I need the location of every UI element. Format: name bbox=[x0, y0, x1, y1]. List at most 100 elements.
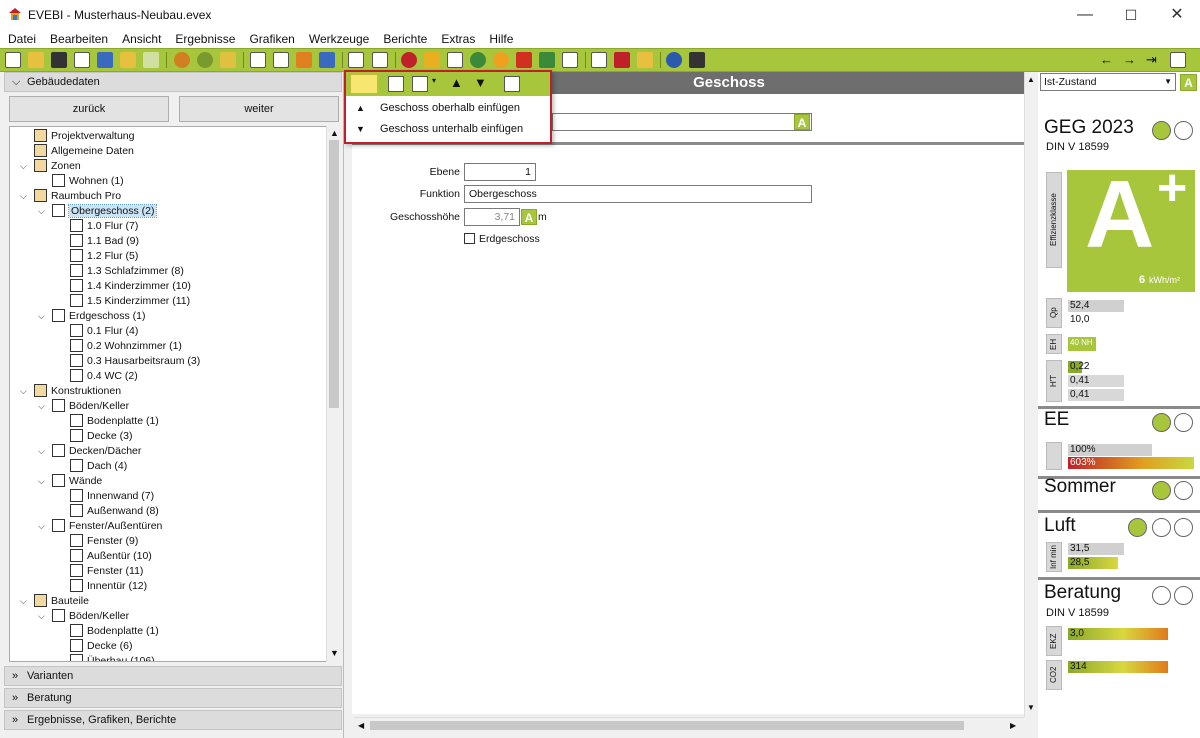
house-icon[interactable] bbox=[539, 52, 555, 68]
tree-item[interactable]: 1.1 Bad (9) bbox=[70, 234, 139, 249]
tree-item[interactable]: ⌵ Böden/Keller bbox=[38, 609, 129, 624]
state-select[interactable]: Ist-Zustand ▼ bbox=[1040, 73, 1176, 91]
menu-extras[interactable]: Extras bbox=[433, 30, 481, 46]
tree-scrollbar[interactable]: ▲ ▼ bbox=[326, 126, 341, 662]
move-down-icon[interactable]: ▼ bbox=[474, 75, 487, 90]
chart-icon[interactable] bbox=[637, 52, 653, 68]
tree-item[interactable]: ⌵ Erdgeschoss (1) bbox=[38, 309, 145, 324]
chevron-down-icon[interactable]: ⌵ bbox=[20, 159, 27, 174]
section-gebaeudedaten[interactable]: ⌵ Gebäudedaten bbox=[4, 72, 342, 92]
tree-item[interactable]: 1.0 Flur (7) bbox=[70, 219, 138, 234]
section-varianten[interactable]: » Varianten bbox=[4, 666, 342, 686]
minimize-button[interactable]: — bbox=[1062, 0, 1108, 30]
chevron-down-icon[interactable]: ⌵ bbox=[20, 594, 27, 609]
copy-geschoss-icon[interactable] bbox=[412, 76, 428, 92]
move-up-icon[interactable]: ▲ bbox=[450, 75, 463, 90]
layout-icon[interactable] bbox=[273, 52, 289, 68]
tree-item[interactable]: Decke (3) bbox=[70, 429, 133, 444]
tree-item[interactable]: ⌵ Zonen bbox=[20, 159, 81, 174]
back-arrow-icon[interactable]: ← bbox=[1100, 52, 1113, 67]
lightning-icon[interactable] bbox=[516, 52, 532, 68]
close-button[interactable]: ✕ bbox=[1154, 0, 1200, 30]
tree-item[interactable]: ⌵ Wände bbox=[38, 474, 102, 489]
wizard-icon[interactable] bbox=[220, 52, 236, 68]
menu-item-insert-above[interactable]: ▲ Geschoss oberhalb einfügen bbox=[346, 98, 550, 118]
print-icon[interactable] bbox=[591, 52, 607, 68]
menu-bearbeiten[interactable]: Bearbeiten bbox=[42, 30, 114, 46]
device-icon[interactable] bbox=[689, 52, 705, 68]
insert-geschoss-icon[interactable] bbox=[350, 74, 378, 94]
undo-icon[interactable] bbox=[174, 52, 190, 68]
tree-item[interactable]: ⌵ Fenster/Außentüren bbox=[38, 519, 162, 534]
section-beratung[interactable]: » Beratung bbox=[4, 688, 342, 708]
jump-icon[interactable]: ⇥ bbox=[1146, 52, 1157, 68]
tree-item[interactable]: ⌵ Konstruktionen bbox=[20, 384, 121, 399]
export-icon[interactable] bbox=[120, 52, 136, 68]
tree-item[interactable]: Außenwand (8) bbox=[70, 504, 159, 519]
tree-item[interactable]: Dach (4) bbox=[70, 459, 127, 474]
chevron-down-icon[interactable]: ⌵ bbox=[20, 189, 27, 204]
new-file-icon[interactable] bbox=[5, 52, 21, 68]
ebene-input[interactable]: 1 bbox=[464, 163, 536, 181]
report-icon[interactable] bbox=[424, 52, 440, 68]
chevron-down-icon[interactable]: ⌵ bbox=[38, 519, 45, 534]
globe-icon[interactable] bbox=[470, 52, 486, 68]
tree-item[interactable]: Wohnen (1) bbox=[52, 174, 124, 189]
tree-item[interactable]: Innenwand (7) bbox=[70, 489, 154, 504]
tree-item[interactable]: Fenster (9) bbox=[70, 534, 138, 549]
main-vertical-scrollbar[interactable]: ▲ ▼ bbox=[1024, 72, 1038, 717]
tree-item[interactable]: ⌵ Böden/Keller bbox=[38, 399, 129, 414]
maximize-button[interactable]: ☐ bbox=[1108, 0, 1154, 30]
geschosshoehe-badge[interactable]: A bbox=[521, 209, 537, 225]
geschosshoehe-input[interactable]: 3,71 bbox=[464, 208, 520, 226]
state-badge[interactable]: A bbox=[1180, 74, 1197, 91]
menu-ansicht[interactable]: Ansicht bbox=[114, 30, 167, 46]
chevron-down-icon[interactable]: ▾ bbox=[432, 76, 436, 85]
sum-icon[interactable] bbox=[296, 52, 312, 68]
tree-item[interactable]: 0.4 WC (2) bbox=[70, 369, 138, 384]
tree-item[interactable]: Projektverwaltung bbox=[34, 129, 134, 144]
chevron-down-icon[interactable]: ⌵ bbox=[38, 399, 45, 414]
tree-item[interactable]: 1.5 Kinderzimmer (11) bbox=[70, 294, 190, 309]
move-geschoss-icon[interactable] bbox=[388, 76, 404, 92]
tree-item[interactable]: Außentür (10) bbox=[70, 549, 152, 564]
tree-item[interactable]: Überbau (106) bbox=[70, 654, 155, 661]
tree-item[interactable]: Bodenplatte (1) bbox=[70, 414, 159, 429]
chevron-down-icon[interactable]: ⌵ bbox=[38, 204, 45, 219]
calc-icon[interactable] bbox=[562, 52, 578, 68]
back-button[interactable]: zurück bbox=[9, 96, 169, 122]
list-icon[interactable] bbox=[372, 52, 388, 68]
document-icon[interactable] bbox=[250, 52, 266, 68]
heat-icon[interactable] bbox=[401, 52, 417, 68]
tree-item[interactable]: 0.1 Flur (4) bbox=[70, 324, 138, 339]
menu-datei[interactable]: Datei bbox=[0, 30, 42, 46]
tree-icon[interactable] bbox=[348, 52, 364, 68]
tree-item[interactable]: ⌵ Bauteile bbox=[20, 594, 89, 609]
tree-item[interactable]: 0.3 Hausarbeitsraum (3) bbox=[70, 354, 200, 369]
tree-item[interactable]: Fenster (11) bbox=[70, 564, 143, 579]
chevron-down-icon[interactable]: ⌵ bbox=[38, 444, 45, 459]
main-horizontal-scrollbar[interactable]: ◀ ▶ bbox=[354, 717, 1024, 733]
funktion-input[interactable]: Obergeschoss bbox=[464, 185, 812, 203]
name-field[interactable] bbox=[552, 113, 812, 131]
tree-item[interactable]: ⌵ Decken/Dächer bbox=[38, 444, 141, 459]
pdf-icon[interactable] bbox=[614, 52, 630, 68]
tree-item[interactable]: Bodenplatte (1) bbox=[70, 624, 159, 639]
save-icon[interactable] bbox=[51, 52, 67, 68]
chevron-down-icon[interactable]: ⌵ bbox=[38, 309, 45, 324]
menu-ergebnisse[interactable]: Ergebnisse bbox=[167, 30, 241, 46]
import-icon[interactable] bbox=[97, 52, 113, 68]
tree-item[interactable]: 1.3 Schlafzimmer (8) bbox=[70, 264, 184, 279]
menu-werkzeuge[interactable]: Werkzeuge bbox=[301, 30, 375, 46]
menu-grafiken[interactable]: Grafiken bbox=[241, 30, 300, 46]
help-icon[interactable] bbox=[666, 52, 682, 68]
open-folder-icon[interactable] bbox=[28, 52, 44, 68]
chevron-down-icon[interactable]: ⌵ bbox=[38, 474, 45, 489]
demo-icon[interactable] bbox=[143, 52, 159, 68]
sigma-icon[interactable] bbox=[319, 52, 335, 68]
menu-hilfe[interactable]: Hilfe bbox=[481, 30, 519, 46]
name-badge[interactable]: A bbox=[794, 114, 810, 130]
tree-item[interactable]: 1.2 Flur (5) bbox=[70, 249, 138, 264]
erdgeschoss-checkbox[interactable] bbox=[464, 233, 475, 244]
next-button[interactable]: weiter bbox=[179, 96, 339, 122]
